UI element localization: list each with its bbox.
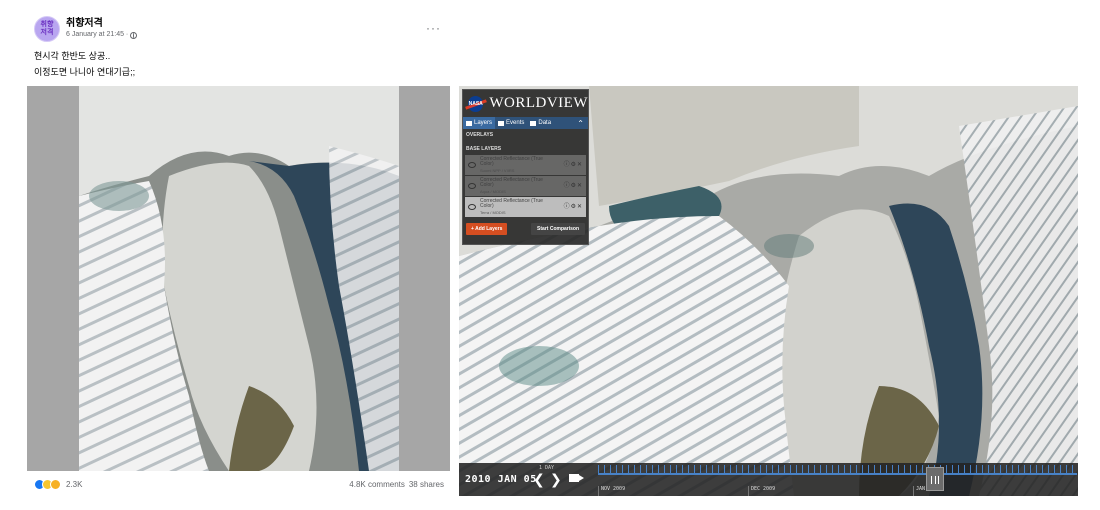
tab-data[interactable]: Data [527, 117, 554, 129]
tab-events-label: Events [506, 120, 525, 126]
reactions-summary[interactable]: 2.3K [34, 479, 82, 490]
events-icon [498, 120, 505, 126]
more-options-icon[interactable]: ··· [426, 21, 441, 35]
post-header: 취향 저격 취향저격 6 January at 21:45 · [34, 16, 138, 42]
overlays-header: OVERLAYS [466, 132, 494, 138]
timeline-track[interactable] [598, 465, 1077, 475]
worldview-layer-panel: NASA WORLDVIEW Layers Events Data ⌃ OVER… [462, 89, 589, 245]
layer-controls-icon[interactable]: ⓘ⚙✕ [564, 201, 583, 210]
base-layers-header: BASE LAYERS [466, 146, 502, 152]
nasa-logo-text: NASA [468, 100, 483, 107]
panel-buttons: + Add Layers Start Comparison [463, 218, 588, 235]
globe-icon [130, 31, 138, 39]
hidden-eye-icon[interactable] [468, 162, 476, 168]
add-layers-button[interactable]: + Add Layers [466, 223, 508, 235]
visible-eye-icon[interactable] [468, 204, 476, 210]
layer-text: Corrected Reflectance (True Color) Suomi… [480, 155, 555, 174]
layers-icon [466, 120, 472, 126]
care-reaction-icon [50, 479, 61, 490]
grip-icon [931, 476, 939, 484]
post-text: 현시각 한반도 상공.. 이정도면 나니아 연대기급;; [34, 48, 135, 80]
timeline-handle[interactable] [926, 467, 944, 491]
collapse-icon[interactable]: ⌃ [577, 119, 584, 128]
worldview-brand: NASA WORLDVIEW [463, 90, 588, 117]
hidden-eye-icon[interactable] [468, 183, 476, 189]
layer-controls-icon[interactable]: ⓘ⚙✕ [564, 159, 583, 168]
layer-source: Aqua / MODIS [480, 188, 506, 194]
post-text-line-1: 현시각 한반도 상공.. [34, 51, 111, 61]
nasa-logo-icon: NASA [468, 95, 484, 112]
layer-source: Terra / MODIS [480, 209, 506, 215]
worldview-tabs: Layers Events Data ⌃ [463, 117, 588, 129]
layer-name: Corrected Reflectance (True Color) [480, 176, 543, 189]
start-comparison-button[interactable]: Start Comparison [531, 223, 585, 235]
tab-layers-label: Layers [474, 120, 493, 126]
tab-data-label: Data [538, 120, 552, 126]
layer-text: Corrected Reflectance (True Color) Terra… [480, 197, 555, 216]
timeline-label: DEC 2009 [748, 486, 775, 496]
satellite-image-left [79, 86, 399, 471]
download-icon [530, 120, 537, 126]
post-stats: 4.8K comments 38 shares [349, 480, 444, 489]
layer-item[interactable]: Corrected Reflectance (True Color) Terra… [465, 197, 586, 217]
comments-count[interactable]: 4.8K comments [349, 480, 405, 489]
timeline-date[interactable]: 2010 JAN 05 [465, 474, 537, 485]
post-text-line-2: 이정도면 나니아 연대기급;; [34, 67, 136, 77]
worldview-title: WORLDVIEW [489, 95, 588, 111]
author-name[interactable]: 취향저격 [66, 18, 137, 30]
layer-name: Corrected Reflectance (True Color) [480, 155, 543, 168]
timeline-label: NOV 2009 [598, 486, 625, 496]
shares-count[interactable]: 38 shares [409, 480, 444, 489]
layer-item[interactable]: Corrected Reflectance (True Color) Suomi… [465, 155, 586, 175]
layer-source: Suomi NPP / VIIRS [480, 167, 515, 173]
post-photo-left[interactable] [27, 86, 450, 471]
layer-controls-icon[interactable]: ⓘ⚙✕ [564, 180, 583, 189]
timeline-bar: 1 DAY 2010 JAN 05 ❮ ❯ NOV 2009 DEC 2009 … [459, 463, 1078, 496]
layer-item[interactable]: Corrected Reflectance (True Color) Aqua … [465, 176, 586, 196]
avatar[interactable]: 취향 저격 [34, 16, 60, 42]
tab-events[interactable]: Events [495, 117, 527, 129]
layer-text: Corrected Reflectance (True Color) Aqua … [480, 176, 555, 195]
post-meta: 취향저격 6 January at 21:45 · [66, 18, 138, 40]
timeline-labels: NOV 2009 DEC 2009 JAN 2010 [598, 486, 1077, 496]
timestamp[interactable]: 6 January at 21:45 · [66, 30, 128, 40]
tab-layers[interactable]: Layers [463, 117, 496, 129]
next-day-icon[interactable]: ❯ [550, 471, 562, 488]
layer-name: Corrected Reflectance (True Color) [480, 197, 543, 210]
reaction-count: 2.3K [66, 480, 83, 489]
previous-day-icon[interactable]: ❮ [533, 471, 545, 488]
timestamp-row: 6 January at 21:45 · [66, 30, 138, 40]
video-camera-icon[interactable] [569, 474, 584, 482]
avatar-text: 취향 저격 [40, 21, 54, 36]
